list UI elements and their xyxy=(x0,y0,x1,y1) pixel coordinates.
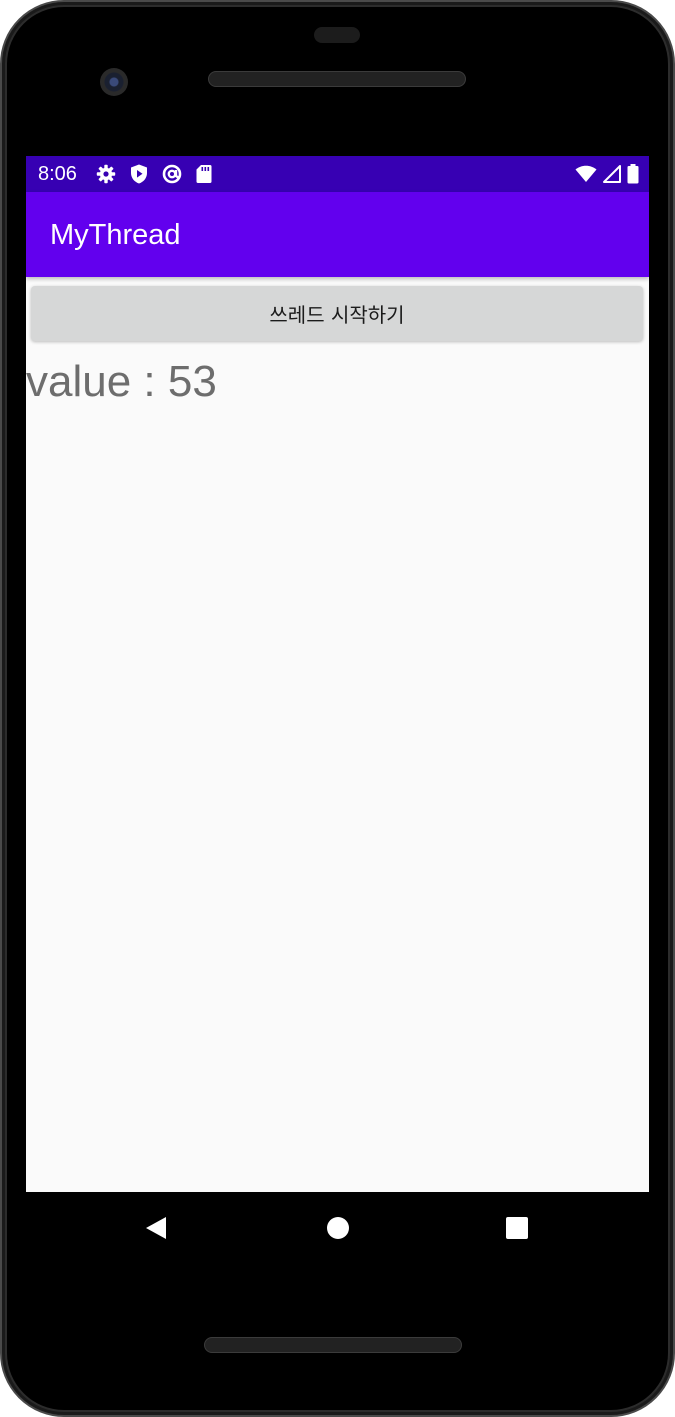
device-screen: 8:06 MyThread 쓰레드 시작하기 value: 53 xyxy=(26,156,649,1192)
bottom-speaker xyxy=(204,1337,462,1353)
start-thread-button[interactable]: 쓰레드 시작하기 xyxy=(31,286,643,341)
app-bar: MyThread xyxy=(26,192,649,277)
system-icons xyxy=(575,164,639,184)
phone-frame: 8:06 MyThread 쓰레드 시작하기 value: 53 xyxy=(0,0,675,1417)
wifi-icon xyxy=(575,165,597,183)
signal-icon xyxy=(603,165,621,183)
battery-icon xyxy=(627,164,639,184)
recents-icon[interactable] xyxy=(505,1216,529,1240)
status-time: 8:06 xyxy=(38,163,77,185)
sd-card-icon xyxy=(196,164,212,184)
proximity-sensor xyxy=(314,27,360,43)
gear-icon xyxy=(96,164,116,184)
navigation-bar xyxy=(26,1192,649,1264)
shield-play-icon xyxy=(130,164,148,184)
front-camera xyxy=(100,68,128,96)
earpiece-speaker xyxy=(208,71,466,87)
back-icon[interactable] xyxy=(144,1216,168,1240)
value-text: value : 53 xyxy=(26,357,217,406)
at-sign-icon xyxy=(162,164,182,184)
notification-icons xyxy=(96,164,212,184)
status-bar: 8:06 xyxy=(26,156,649,192)
home-icon[interactable] xyxy=(326,1216,350,1240)
app-title: MyThread xyxy=(50,219,181,251)
